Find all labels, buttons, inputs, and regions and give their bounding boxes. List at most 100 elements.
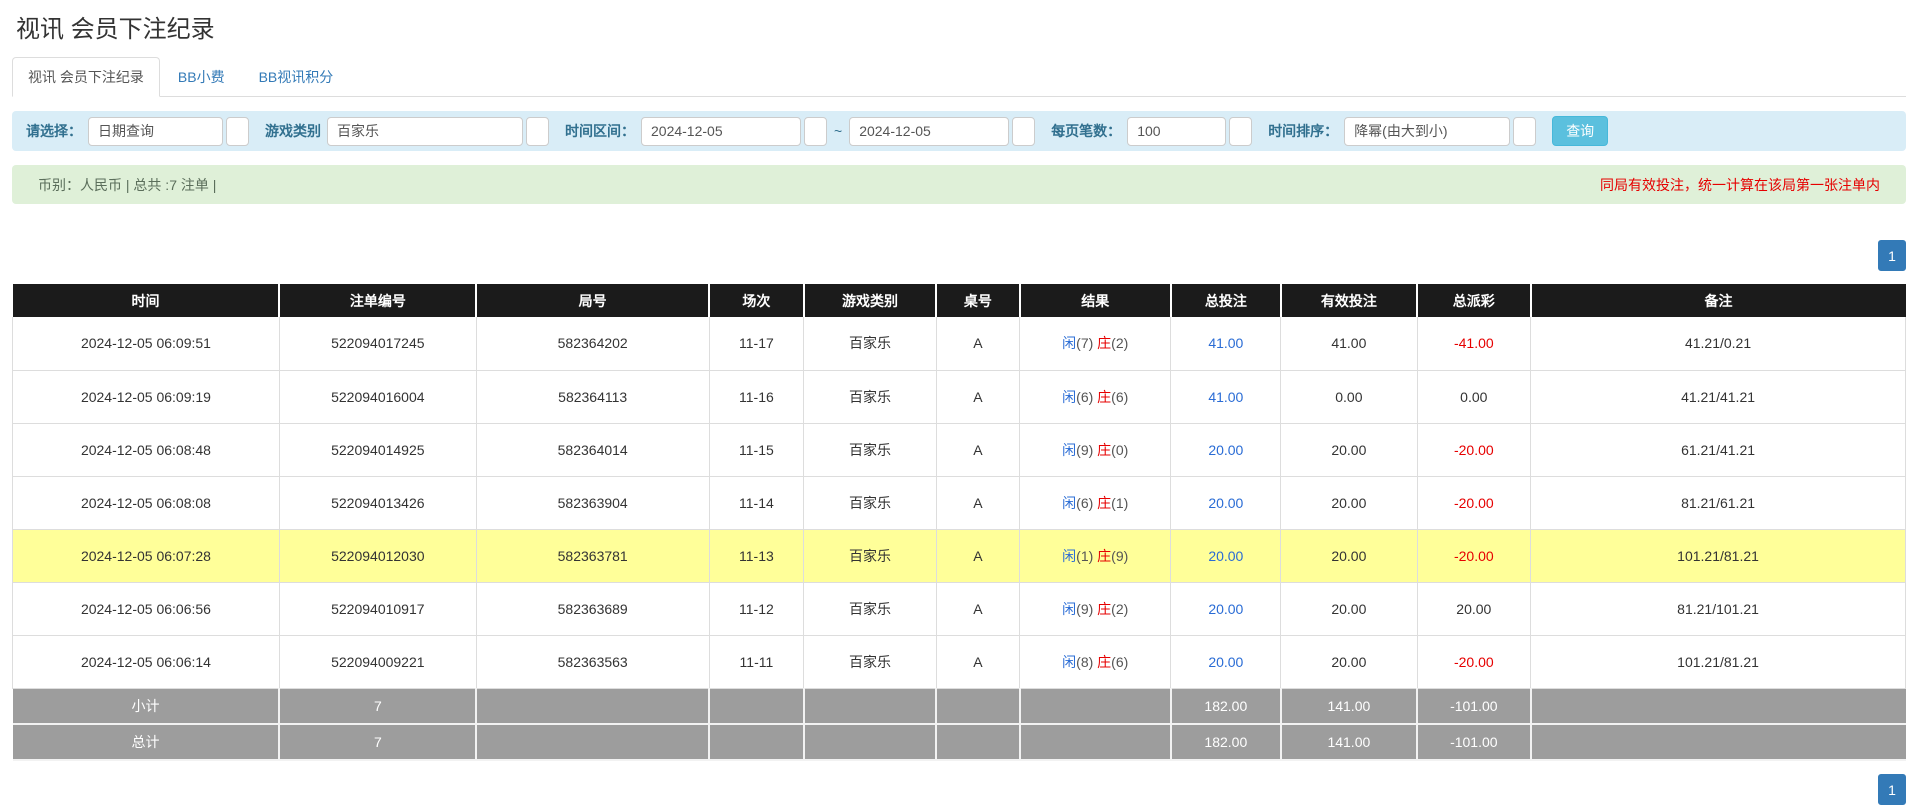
header-session: 场次 (709, 284, 804, 317)
sum-count: 7 (279, 724, 476, 760)
cell-time: 2024-12-05 06:09:19 (13, 370, 280, 423)
page-1-button-bottom[interactable]: 1 (1878, 774, 1906, 805)
cell-session: 11-14 (709, 476, 804, 529)
sum-valid-bet: 141.00 (1281, 688, 1417, 724)
game-type-select[interactable] (327, 117, 523, 146)
time-range-label: 时间区间： (565, 121, 635, 141)
cell-total-bet: 20.00 (1171, 635, 1281, 688)
header-table-no: 桌号 (936, 284, 1019, 317)
cell-payout: -20.00 (1417, 635, 1531, 688)
table-head: 时间 注单编号 局号 场次 游戏类别 桌号 结果 总投注 有效投注 总派彩 备注 (13, 284, 1906, 317)
filter-bar: 请选择： 游戏类别 时间区间： ~ 每页笔数： 时间排序： 查询 (12, 111, 1906, 151)
subtotal-row: 小计7182.00141.00-101.00 (13, 688, 1906, 724)
cell-round-id: 582363781 (476, 529, 709, 582)
sum-label: 总计 (13, 724, 280, 760)
cell-time: 2024-12-05 06:06:56 (13, 582, 280, 635)
query-type-label: 请选择： (26, 121, 82, 141)
sum-empty (1531, 688, 1906, 724)
sum-total-bet: 182.00 (1171, 688, 1281, 724)
date-range-tilde: ~ (834, 123, 842, 139)
result-score: (8) (1076, 654, 1097, 670)
cell-bet-id: 522094016004 (279, 370, 476, 423)
result-player: 闲 (1062, 548, 1076, 564)
per-page-input[interactable] (1127, 117, 1226, 146)
time-sort-label: 时间排序： (1268, 121, 1338, 141)
pagination-bottom: 1 (12, 774, 1906, 805)
date-from-dropdown-box[interactable] (804, 117, 827, 146)
game-type-dropdown-box[interactable] (526, 117, 549, 146)
result-banker: 庄 (1097, 495, 1111, 511)
tab-bb-video-points[interactable]: BB视讯积分 (243, 57, 350, 97)
cell-remark: 101.21/81.21 (1531, 635, 1906, 688)
result-score: (6) (1076, 389, 1097, 405)
total-bet-link[interactable]: 41.00 (1208, 389, 1243, 405)
header-result: 结果 (1020, 284, 1171, 317)
time-sort-dropdown-box[interactable] (1513, 117, 1536, 146)
query-type-dropdown-box[interactable] (226, 117, 249, 146)
result-player: 闲 (1062, 654, 1076, 670)
header-payout: 总派彩 (1417, 284, 1531, 317)
cell-valid-bet: 20.00 (1281, 476, 1417, 529)
page-1-button[interactable]: 1 (1878, 240, 1906, 271)
cell-game-type: 百家乐 (804, 370, 937, 423)
header-round-id: 局号 (476, 284, 709, 317)
header-bet-id: 注单编号 (279, 284, 476, 317)
header-total-bet: 总投注 (1171, 284, 1281, 317)
cell-round-id: 582364014 (476, 423, 709, 476)
total-bet-link[interactable]: 20.00 (1208, 601, 1243, 617)
cell-round-id: 582363904 (476, 476, 709, 529)
cell-time: 2024-12-05 06:06:14 (13, 635, 280, 688)
total-bet-link[interactable]: 41.00 (1208, 335, 1243, 351)
cell-game-type: 百家乐 (804, 582, 937, 635)
cell-round-id: 582363563 (476, 635, 709, 688)
cell-table-no: A (936, 529, 1019, 582)
date-to-input[interactable] (849, 117, 1009, 146)
cell-payout: -41.00 (1417, 317, 1531, 370)
total-bet-link[interactable]: 20.00 (1208, 548, 1243, 564)
cell-session: 11-17 (709, 317, 804, 370)
query-type-select[interactable] (88, 117, 223, 146)
cell-round-id: 582364202 (476, 317, 709, 370)
cell-session: 11-15 (709, 423, 804, 476)
cell-remark: 41.21/0.21 (1531, 317, 1906, 370)
cell-total-bet: 41.00 (1171, 317, 1281, 370)
result-score: (6) (1111, 389, 1128, 405)
cell-time: 2024-12-05 06:08:08 (13, 476, 280, 529)
date-to-dropdown-box[interactable] (1012, 117, 1035, 146)
cell-game-type: 百家乐 (804, 317, 937, 370)
table-row: 2024-12-05 06:08:48522094014925582364014… (13, 423, 1906, 476)
result-player: 闲 (1062, 335, 1076, 351)
result-score: (9) (1076, 442, 1097, 458)
cell-total-bet: 41.00 (1171, 370, 1281, 423)
page-title: 视讯 会员下注纪录 (16, 9, 1906, 44)
result-score: (9) (1111, 548, 1128, 564)
date-from-input[interactable] (641, 117, 801, 146)
per-page-dropdown-box[interactable] (1229, 117, 1252, 146)
sum-empty (709, 724, 804, 760)
time-sort-select[interactable] (1344, 117, 1510, 146)
total-bet-link[interactable]: 20.00 (1208, 442, 1243, 458)
cell-valid-bet: 20.00 (1281, 582, 1417, 635)
total-bet-link[interactable]: 20.00 (1208, 495, 1243, 511)
cell-payout: -20.00 (1417, 476, 1531, 529)
result-banker: 庄 (1097, 335, 1111, 351)
sum-payout: -101.00 (1417, 688, 1531, 724)
cell-session: 11-11 (709, 635, 804, 688)
table-row: 2024-12-05 06:08:08522094013426582363904… (13, 476, 1906, 529)
cell-table-no: A (936, 423, 1019, 476)
search-button[interactable]: 查询 (1552, 116, 1608, 146)
result-score: (2) (1111, 601, 1128, 617)
cell-time: 2024-12-05 06:08:48 (13, 423, 280, 476)
cell-valid-bet: 41.00 (1281, 317, 1417, 370)
result-score: (6) (1076, 495, 1097, 511)
cell-remark: 41.21/41.21 (1531, 370, 1906, 423)
sum-empty (1020, 688, 1171, 724)
result-banker: 庄 (1097, 601, 1111, 617)
cell-total-bet: 20.00 (1171, 423, 1281, 476)
result-score: (1) (1076, 548, 1097, 564)
cell-result: 闲(1) 庄(9) (1020, 529, 1171, 582)
total-bet-link[interactable]: 20.00 (1208, 654, 1243, 670)
tab-bb-tips[interactable]: BB小费 (162, 57, 241, 97)
tab-video-bet-records[interactable]: 视讯 会员下注纪录 (12, 57, 160, 97)
header-game-type: 游戏类别 (804, 284, 937, 317)
